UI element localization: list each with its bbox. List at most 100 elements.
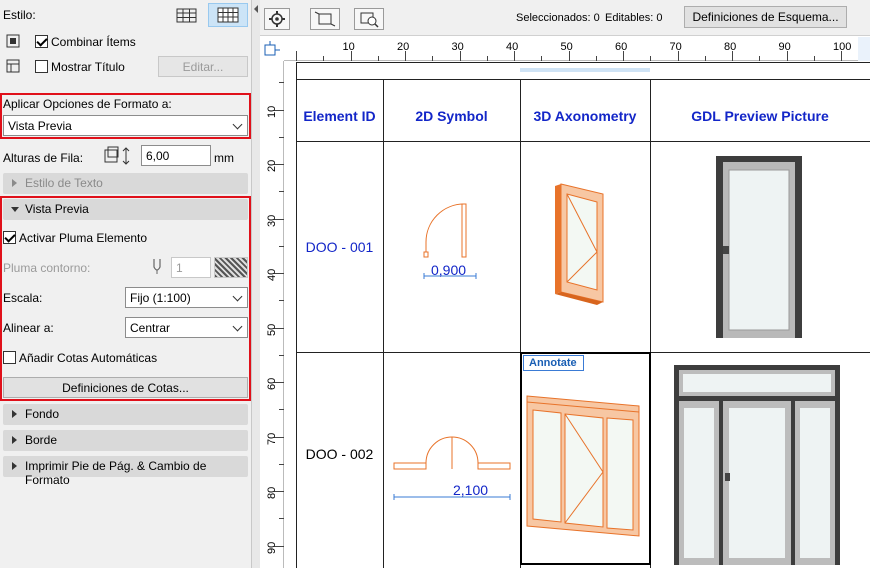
section-label: Estilo de Texto bbox=[25, 176, 103, 190]
chevron-right-icon bbox=[12, 179, 17, 187]
ruler-label: 40 bbox=[266, 268, 278, 281]
alturas-input[interactable]: 6,00 bbox=[141, 145, 211, 166]
combinar-label: Combinar Ítems bbox=[51, 35, 136, 49]
show-title-icon bbox=[6, 59, 20, 73]
ruler-label: 70 bbox=[266, 432, 278, 445]
chevron-right-icon bbox=[12, 436, 17, 444]
ruler-tick bbox=[296, 51, 297, 61]
escala-select[interactable]: Fijo (1:100) bbox=[125, 287, 248, 308]
section-label: Imprimir Pie de Pág. & Cambio de Formato bbox=[25, 459, 207, 487]
ruler-label: 80 bbox=[724, 41, 737, 53]
select-frame-icon bbox=[314, 11, 336, 27]
ruler-label: 60 bbox=[266, 377, 278, 390]
chevron-down-icon bbox=[11, 207, 19, 212]
select-element-button[interactable] bbox=[310, 8, 340, 30]
aplicar-label: Aplicar Opciones de Formato a: bbox=[3, 97, 172, 111]
ruler-tick bbox=[432, 56, 434, 61]
cotas-auto-label: Añadir Cotas Automáticas bbox=[19, 351, 158, 365]
horizontal-ruler: 10 20 30 40 50 60 70 80 90 100 bbox=[284, 37, 870, 61]
ruler-label: 90 bbox=[778, 41, 791, 53]
style-grid-full-button[interactable] bbox=[208, 3, 248, 27]
ruler-tick bbox=[279, 82, 284, 84]
row-1-dimension: 0,900 bbox=[431, 262, 467, 278]
editar-button[interactable]: Editar... bbox=[158, 56, 248, 77]
panel-splitter[interactable] bbox=[251, 0, 260, 568]
section-label: Fondo bbox=[25, 407, 60, 421]
row-2-dimension: 2,100 bbox=[453, 482, 489, 498]
ruler-label: 20 bbox=[397, 41, 410, 53]
combinar-checkbox[interactable] bbox=[35, 35, 48, 48]
chevron-down-icon bbox=[232, 119, 243, 130]
section-label: Borde bbox=[25, 433, 58, 447]
ruler-origin-icon bbox=[264, 41, 280, 56]
ruler-label: 30 bbox=[266, 214, 278, 227]
ruler-tick bbox=[279, 191, 284, 193]
editables-count: Editables: 0 bbox=[605, 12, 663, 24]
pen-pattern-swatch[interactable] bbox=[214, 257, 248, 278]
alinear-select[interactable]: Centrar bbox=[125, 317, 248, 338]
ruler-label: 100 bbox=[833, 41, 852, 53]
ruler-tick bbox=[279, 136, 284, 138]
table-grid-icon bbox=[176, 8, 197, 23]
section-vista-previa[interactable]: Vista Previa bbox=[3, 199, 248, 220]
ruler-label: 10 bbox=[342, 41, 355, 53]
ruler-tick bbox=[279, 300, 284, 302]
mostrar-titulo-checkbox[interactable] bbox=[35, 60, 48, 73]
definiciones-cotas-button[interactable]: Definiciones de Cotas... bbox=[3, 377, 248, 398]
chevron-down-icon bbox=[232, 291, 243, 302]
door-3d-axonometry-1 bbox=[555, 183, 604, 305]
row-2-element-id[interactable]: DOO - 002 bbox=[296, 446, 383, 462]
settings-button[interactable] bbox=[264, 8, 290, 30]
ruler-tick bbox=[279, 409, 284, 411]
header-3d-axonometry[interactable]: 3D Axonometry bbox=[520, 94, 650, 140]
aplicar-select[interactable]: Vista Previa bbox=[3, 115, 248, 136]
activar-pluma-label: Activar Pluma Elemento bbox=[19, 231, 148, 245]
alturas-unit: mm bbox=[214, 151, 234, 165]
ruler-tick bbox=[704, 56, 706, 61]
ruler-tick bbox=[486, 56, 488, 61]
schedule-toolbar: Seleccionados: 0 Editables: 0 Definicion… bbox=[260, 0, 870, 36]
row-1-element-id[interactable]: DOO - 001 bbox=[296, 239, 383, 255]
header-element-id[interactable]: Element ID bbox=[296, 94, 383, 140]
escala-label: Escala: bbox=[3, 291, 43, 305]
ruler-label: 30 bbox=[451, 41, 464, 53]
pluma-input[interactable]: 1 bbox=[171, 257, 211, 278]
combine-items-icon bbox=[6, 34, 20, 48]
collapse-left-icon[interactable] bbox=[254, 5, 258, 13]
cotas-auto-checkbox[interactable] bbox=[3, 351, 16, 364]
door-2d-symbol-1 bbox=[423, 203, 477, 279]
find-element-button[interactable] bbox=[354, 8, 384, 30]
section-imprimir[interactable]: Imprimir Pie de Pág. & Cambio de Formato bbox=[3, 456, 248, 487]
ruler-tick bbox=[323, 56, 325, 61]
gear-icon bbox=[269, 11, 285, 27]
ruler-tick bbox=[279, 354, 284, 356]
style-grid-button[interactable] bbox=[170, 5, 203, 26]
ruler-tick bbox=[650, 56, 652, 61]
section-estilo-texto[interactable]: Estilo de Texto bbox=[3, 173, 248, 194]
estilo-label: Estilo: bbox=[3, 8, 36, 22]
pen-icon bbox=[153, 259, 161, 274]
header-2d-symbol[interactable]: 2D Symbol bbox=[383, 94, 520, 140]
door-preview-picture-1 bbox=[716, 156, 802, 338]
alinear-label: Alinear a: bbox=[3, 321, 54, 335]
ruler-label: 10 bbox=[266, 105, 278, 118]
annotate-tag[interactable]: Annotate bbox=[523, 355, 584, 371]
ruler-label: 40 bbox=[506, 41, 519, 53]
door-3d-axonometry-2 bbox=[526, 395, 640, 537]
format-options-panel: Estilo: Combinar Ítems Mostrar Título Ed… bbox=[0, 0, 251, 568]
ruler-tick bbox=[377, 56, 379, 61]
pluma-contorno-label: Pluma contorno: bbox=[3, 261, 91, 275]
chevron-right-icon bbox=[12, 410, 17, 418]
schedule-table: Element ID 2D Symbol 3D Axonometry GDL P… bbox=[296, 62, 870, 568]
aplicar-value: Vista Previa bbox=[8, 119, 72, 133]
ruler-label: 20 bbox=[266, 159, 278, 172]
schedule-view: Seleccionados: 0 Editables: 0 Definicion… bbox=[260, 0, 870, 568]
section-borde[interactable]: Borde bbox=[3, 430, 248, 451]
definiciones-esquema-button[interactable]: Definiciones de Esquema... bbox=[684, 6, 847, 28]
header-gdl-preview[interactable]: GDL Preview Picture bbox=[650, 94, 870, 140]
section-fondo[interactable]: Fondo bbox=[3, 404, 248, 425]
activar-pluma-checkbox[interactable] bbox=[3, 231, 16, 244]
ruler-tick bbox=[541, 56, 543, 61]
ruler-label: 90 bbox=[266, 541, 278, 554]
ruler-label: 50 bbox=[266, 323, 278, 336]
